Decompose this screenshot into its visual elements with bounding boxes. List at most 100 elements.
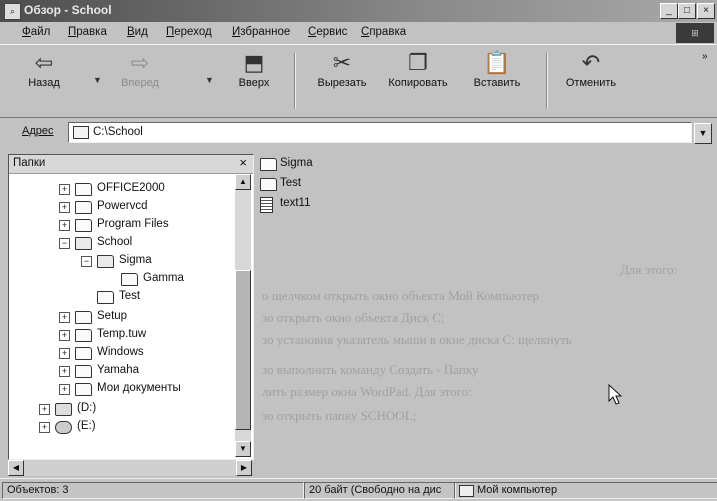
menu-go[interactable]: Переход xyxy=(166,26,212,38)
explorer-window: ⌕ Обзор - School _ □ × Файл Правка Вид П… xyxy=(0,0,717,501)
address-bar: Адрес C:\School ▼ xyxy=(0,118,717,146)
menu-view[interactable]: Вид xyxy=(127,26,148,38)
folder-icon xyxy=(260,158,277,171)
bleed-text: лить размер окна WordPad. Для этого: xyxy=(262,384,472,399)
copy-button[interactable]: ❐ Копировать xyxy=(380,49,456,113)
address-value: C:\School xyxy=(93,126,143,138)
file-item-test[interactable]: Test xyxy=(258,176,378,194)
toolbar-more-chevron-icon[interactable]: » xyxy=(702,51,708,62)
expand-plus-icon[interactable]: + xyxy=(59,184,70,195)
expand-plus-icon[interactable]: + xyxy=(39,404,50,415)
document-icon xyxy=(260,197,273,213)
forward-button[interactable]: ⇨ Вперед xyxy=(110,49,170,113)
address-dropdown-button[interactable]: ▼ xyxy=(694,123,712,144)
scroll-down-icon[interactable]: ▼ xyxy=(235,441,251,457)
expand-plus-icon[interactable]: + xyxy=(59,330,70,341)
open-folder-icon xyxy=(75,237,92,250)
status-object-count: Объектов: 3 xyxy=(2,482,304,499)
scroll-up-icon[interactable]: ▲ xyxy=(235,174,251,190)
tree-item-windows[interactable]: + Windows xyxy=(9,345,233,362)
folder-icon xyxy=(260,178,277,191)
folders-vertical-scrollbar[interactable]: ▲ ▼ xyxy=(235,174,251,457)
cd-drive-icon xyxy=(55,421,72,434)
toolbar-separator xyxy=(294,53,296,109)
scroll-left-icon[interactable]: ◀ xyxy=(8,460,24,476)
tree-item-school[interactable]: − School xyxy=(9,235,233,252)
expand-plus-icon[interactable]: + xyxy=(59,366,70,377)
folders-pane: Папки × + OFFICE2000 + Powervcd + Progra… xyxy=(8,154,254,460)
folder-icon xyxy=(75,201,92,214)
back-arrow-icon: ⇦ xyxy=(34,50,54,75)
collapse-minus-icon[interactable]: − xyxy=(59,238,70,249)
menu-bar: Файл Правка Вид Переход Избранное Сервис… xyxy=(0,22,717,44)
tree-item-sigma[interactable]: − Sigma xyxy=(9,253,233,270)
title-bar[interactable]: ⌕ Обзор - School _ □ × xyxy=(0,0,717,22)
back-dropdown-icon[interactable]: ▼ xyxy=(93,75,102,85)
status-bar: Объектов: 3 20 байт (Свободно на дис Мой… xyxy=(0,478,717,501)
scroll-thumb[interactable] xyxy=(235,270,251,430)
file-item-sigma[interactable]: Sigma xyxy=(258,156,378,174)
tree-item-gamma[interactable]: Gamma xyxy=(9,271,233,288)
tree-item-my-documents[interactable]: + Мои документы xyxy=(9,381,233,398)
expand-plus-icon[interactable]: + xyxy=(59,348,70,359)
bleed-text: о щелчком открыть окно объекта Мой Компь… xyxy=(262,288,539,303)
window-title: Обзор - School xyxy=(24,3,112,17)
folder-icon xyxy=(73,126,89,139)
copy-icon: ❐ xyxy=(408,50,428,75)
tree-item-temp[interactable]: + Temp.tuw xyxy=(9,327,233,344)
tree-item-setup[interactable]: + Setup xyxy=(9,309,233,326)
expand-plus-icon[interactable]: + xyxy=(39,422,50,433)
address-field[interactable]: C:\School xyxy=(68,122,692,143)
expand-plus-icon[interactable]: + xyxy=(59,384,70,395)
expand-plus-icon[interactable]: + xyxy=(59,220,70,231)
undo-button[interactable]: ↶ Отменить xyxy=(556,49,626,113)
tree-item-yamaha[interactable]: + Yamaha xyxy=(9,363,233,380)
status-size: 20 байт (Свободно на дис xyxy=(304,482,456,499)
menu-file[interactable]: Файл xyxy=(22,26,50,38)
up-button[interactable]: ⬒ Вверх xyxy=(228,49,280,113)
up-folder-icon: ⬒ xyxy=(243,50,265,75)
folders-pane-header: Папки × xyxy=(9,155,253,174)
menu-tools[interactable]: Сервис xyxy=(308,26,347,38)
expand-plus-icon[interactable]: + xyxy=(59,202,70,213)
bleed-text: зо открыть папку SCHOOL; xyxy=(262,408,417,423)
close-button[interactable]: × xyxy=(697,3,715,19)
status-location: Мой компьютер xyxy=(454,482,717,499)
tree-item-drive-d[interactable]: + (D:) xyxy=(9,401,233,418)
file-item-text11[interactable]: text11 xyxy=(258,196,378,214)
address-label: Адрес xyxy=(22,125,54,137)
my-documents-folder-icon xyxy=(75,383,92,396)
menu-favorites[interactable]: Избранное xyxy=(232,26,290,38)
tree-item-drive-e[interactable]: + (E:) xyxy=(9,419,233,436)
disk-drive-icon xyxy=(55,403,72,416)
scissors-icon: ✂ xyxy=(332,50,352,75)
scroll-right-icon[interactable]: ▶ xyxy=(236,460,252,476)
folder-icon xyxy=(75,219,92,232)
close-icon[interactable]: × xyxy=(239,155,247,170)
tree-item-program-files[interactable]: + Program Files xyxy=(9,217,233,234)
minimize-button[interactable]: _ xyxy=(660,3,678,19)
toolbar: ⇦ Назад ▼ ⇨ Вперед ▼ ⬒ Вверх ✂ Вырезать … xyxy=(0,44,717,118)
bleed-text: зо открыть окно объекта Диск C; xyxy=(262,310,445,325)
cut-button[interactable]: ✂ Вырезать xyxy=(306,49,378,113)
tree-item-powervcd[interactable]: + Powervcd xyxy=(9,199,233,216)
open-folder-icon xyxy=(97,255,114,268)
computer-icon xyxy=(459,485,474,497)
folders-pane-title: Папки xyxy=(13,157,46,169)
explorer-app-icon: ⌕ xyxy=(4,3,21,20)
expand-plus-icon[interactable]: + xyxy=(59,312,70,323)
folders-horizontal-scrollbar[interactable]: ◀ ▶ xyxy=(8,460,252,476)
forward-dropdown-icon[interactable]: ▼ xyxy=(205,75,214,85)
menu-help[interactable]: Справка xyxy=(361,26,406,38)
folder-icon xyxy=(75,329,92,342)
mouse-cursor-icon xyxy=(608,384,623,405)
paste-button[interactable]: 📋 Вставить xyxy=(462,49,532,113)
maximize-button[interactable]: □ xyxy=(678,3,696,19)
back-button[interactable]: ⇦ Назад xyxy=(18,49,70,113)
folder-icon xyxy=(75,183,92,196)
collapse-minus-icon[interactable]: − xyxy=(81,256,92,267)
menu-edit[interactable]: Правка xyxy=(68,26,107,38)
tree-item-test[interactable]: Test xyxy=(9,289,233,306)
bleed-text: зо установив указатель мыши в окне диска… xyxy=(262,332,572,347)
tree-item-office2000[interactable]: + OFFICE2000 xyxy=(9,181,233,198)
